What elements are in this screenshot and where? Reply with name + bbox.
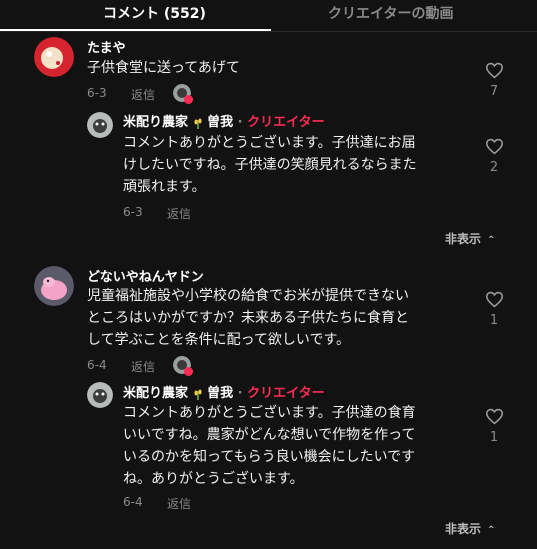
heart-icon (485, 138, 503, 155)
hide-replies-label: 非表示 (445, 232, 482, 246)
comment-date: 6-4 (87, 358, 107, 372)
creator-badge: クリエイター (247, 386, 325, 401)
chevron-up-icon: ⌃ (487, 525, 496, 536)
comment-date: 6-3 (87, 86, 107, 100)
reply-username-line: 米配り農家 曽我 · クリエイター (123, 382, 325, 401)
avatar-image (34, 266, 74, 306)
hide-replies-button[interactable]: 非表示 ⌃ (445, 230, 495, 247)
comment-text: 児童福祉施設や小学校の給食でお米が提供できない ところはいかがですか？未来ある子… (87, 288, 409, 348)
reply-username-line: 米配り農家 曽我 · クリエイター (123, 111, 325, 130)
reply-avatar[interactable] (87, 382, 113, 408)
like-button[interactable] (484, 138, 504, 155)
tab-creator-videos[interactable]: クリエイターの動画 (328, 3, 453, 23)
comment-username[interactable]: たまや (87, 37, 126, 56)
like-button[interactable] (484, 62, 504, 79)
heart-icon (485, 62, 503, 79)
creator-badge: クリエイター (247, 115, 325, 130)
comment-text: 子供食堂に送ってあげて (87, 60, 240, 76)
reply-date: 6-4 (123, 495, 143, 509)
avatar[interactable] (34, 37, 74, 77)
like-count: 1 (489, 430, 499, 445)
comment-username[interactable]: どないやねんヤドン (87, 266, 204, 285)
separator-dot: · (237, 115, 243, 130)
like-button[interactable] (484, 408, 504, 425)
rice-plant-icon (193, 118, 202, 129)
comments-panel: コメント (552) クリエイターの動画 たまや 子供食堂に送ってあげて 6-3… (0, 0, 537, 549)
reply-text: コメントありがとうございます。子供達にお届 けしたいですね。子供達の笑顔見れるな… (123, 135, 417, 195)
reply-button[interactable]: 返信 (131, 358, 155, 375)
avatar-image (87, 112, 113, 138)
reply-avatar[interactable] (87, 112, 113, 138)
reply-button[interactable]: 返信 (167, 205, 191, 222)
hide-replies-button[interactable]: 非表示 ⌃ (445, 520, 495, 537)
reply-text: コメントありがとうございます。子供達の食育 いいですね。農家がどんな想いで作物を… (123, 405, 416, 487)
separator-dot: · (237, 386, 243, 401)
reply-username-suffix: 曽我 (207, 115, 234, 130)
active-tab-indicator (0, 29, 271, 31)
heart-icon (485, 291, 503, 308)
tab-comments[interactable]: コメント (552) (103, 3, 206, 23)
reply-username[interactable]: 米配り農家 (123, 115, 188, 130)
avatar-image (87, 382, 113, 408)
reply-button[interactable]: 返信 (167, 495, 191, 512)
hide-replies-label: 非表示 (445, 522, 482, 536)
like-count: 1 (489, 313, 499, 328)
heart-badge-icon (184, 95, 193, 104)
reply-button[interactable]: 返信 (131, 86, 155, 103)
heart-badge-icon (184, 367, 193, 376)
heart-icon (485, 408, 503, 425)
like-count: 2 (489, 160, 499, 175)
like-count: 7 (489, 84, 499, 99)
reply-username[interactable]: 米配り農家 (123, 386, 188, 401)
like-button[interactable] (484, 291, 504, 308)
chevron-up-icon: ⌃ (487, 235, 496, 246)
avatar-image (34, 37, 74, 77)
creator-liked-indicator (173, 84, 193, 104)
creator-liked-indicator (173, 356, 193, 376)
rice-plant-icon (193, 389, 202, 400)
tab-bar: コメント (552) クリエイターの動画 (0, 0, 537, 32)
reply-username-suffix: 曽我 (207, 386, 234, 401)
avatar[interactable] (34, 266, 74, 306)
reply-date: 6-3 (123, 205, 143, 219)
